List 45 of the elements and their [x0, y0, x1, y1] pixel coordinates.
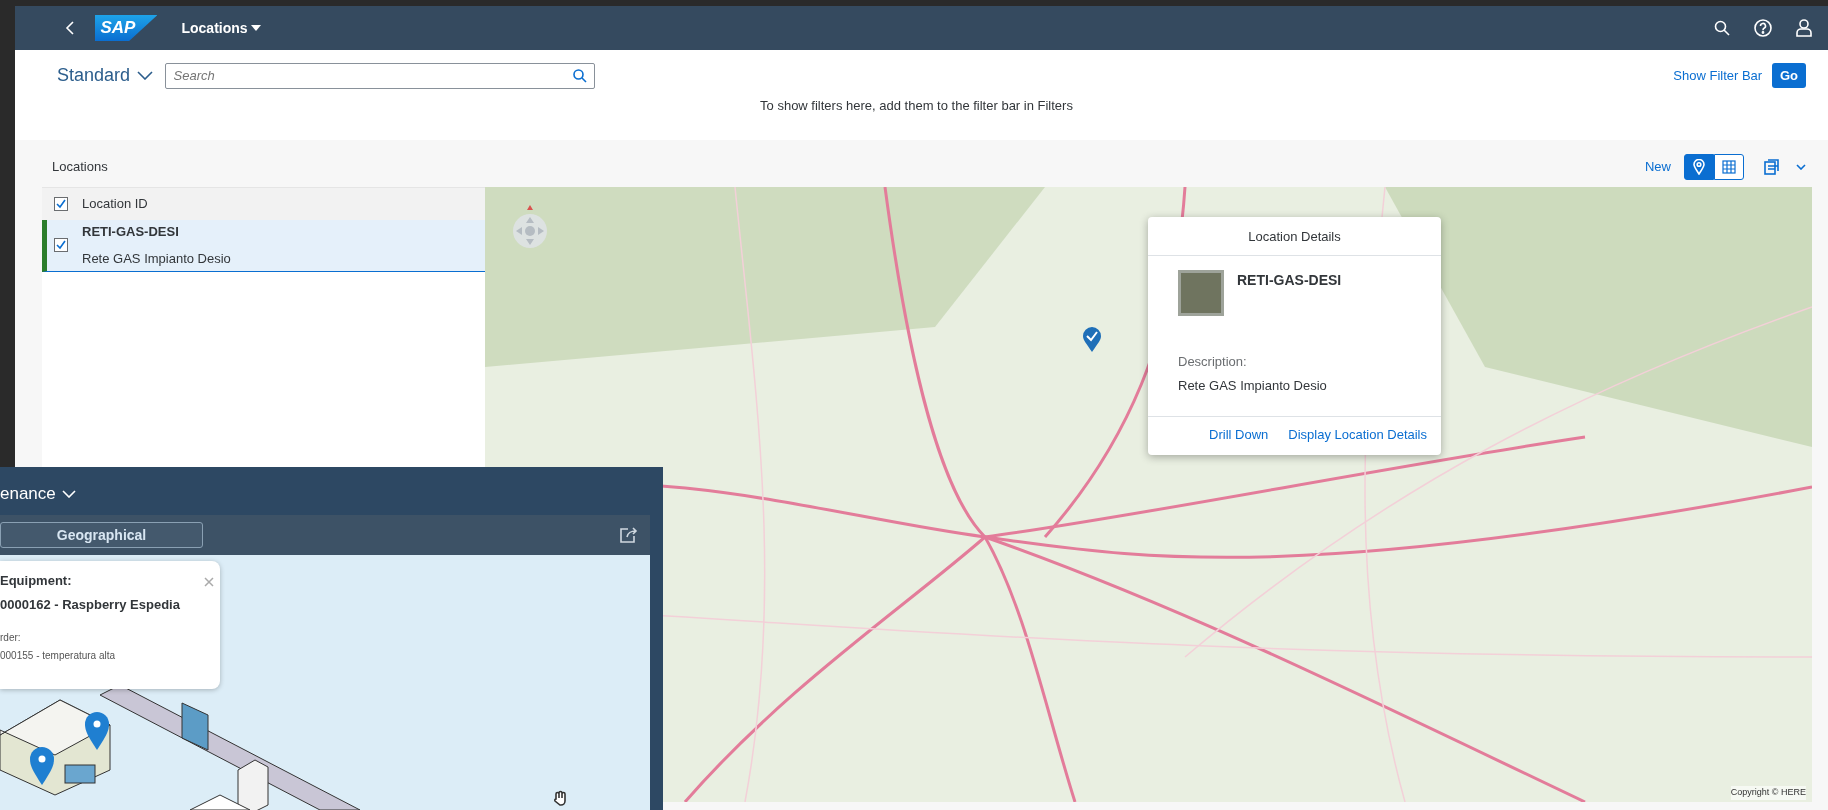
- variant-selector[interactable]: Standard: [57, 62, 153, 89]
- map-view-button[interactable]: [1684, 154, 1714, 180]
- sap-logo: SAP: [94, 15, 158, 41]
- equipment-name: 0000162 - Raspberry Espedia: [0, 595, 181, 614]
- popover-title: Location Details: [1248, 228, 1341, 244]
- column-header: Location ID: [82, 194, 148, 213]
- search-icon[interactable]: [572, 68, 587, 83]
- list-item[interactable]: RETI-GAS-DESI Rete GAS Impianto Desio: [42, 219, 485, 272]
- section-title: Locations: [52, 158, 108, 177]
- new-button[interactable]: New: [1645, 157, 1671, 177]
- search-field[interactable]: Search: [164, 62, 595, 89]
- action-link[interactable]: Display Location Details: [1288, 425, 1427, 445]
- description-value: Rete GAS Impianto Desio: [1178, 376, 1328, 395]
- show-filter-bar-link[interactable]: Show Filter Bar: [1673, 65, 1763, 86]
- map-attribution: Copyright © HERE: [1730, 786, 1806, 800]
- photo-placeholder: [1178, 270, 1224, 316]
- user-icon[interactable]: [1796, 19, 1812, 37]
- map-pin-icon[interactable]: [1082, 326, 1102, 353]
- map-pin-icon: [1693, 159, 1705, 175]
- table-icon: [1722, 160, 1736, 174]
- app-title-menu[interactable]: Locations: [175, 16, 267, 40]
- location-name: RETI-GAS-DESI: [1237, 271, 1342, 290]
- description-label: Description:: [1178, 353, 1248, 371]
- table-view-button[interactable]: [1714, 154, 1744, 180]
- search-icon[interactable]: [1714, 20, 1730, 36]
- go-button[interactable]: Go: [1771, 62, 1806, 89]
- chevron-down-icon: [136, 71, 153, 80]
- order-value: 000155 - temperatura alta: [0, 649, 117, 663]
- filter-hint-text: To show filters here, add them to the filter bar in Filters: [760, 97, 1073, 113]
- location-description: Rete GAS Impianto Desio: [82, 250, 231, 268]
- action-link[interactable]: Drill Down: [1209, 425, 1269, 445]
- share-icon[interactable]: [620, 527, 638, 543]
- order-label: rder:: [0, 631, 22, 645]
- checkbox[interactable]: [54, 196, 68, 211]
- help-icon[interactable]: [1754, 19, 1772, 37]
- hand-cursor-icon: [552, 790, 568, 806]
- back-icon[interactable]: [65, 20, 75, 36]
- location-id: RETI-GAS-DESI: [82, 222, 180, 241]
- window-title: enance: [0, 483, 56, 505]
- equipment-label: Equipment:: [0, 572, 73, 590]
- checkbox[interactable]: [54, 238, 68, 252]
- geographical-tab[interactable]: Geographical: [0, 522, 203, 548]
- export-icon[interactable]: [1764, 159, 1780, 175]
- chevron-down-icon[interactable]: [1796, 164, 1806, 170]
- caret-icon: [250, 25, 261, 31]
